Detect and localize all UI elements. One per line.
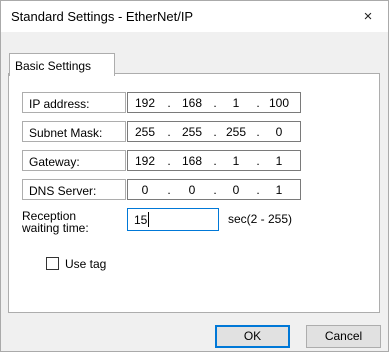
ip-octet-2[interactable]: 168 [177,96,207,110]
gateway-label-text: Gateway: [29,155,80,169]
gateway-dot: . [167,154,171,168]
reception-waiting-time-input[interactable]: 15 [127,208,219,231]
subnet-octet-4[interactable]: 0 [264,125,294,139]
subnet-dot: . [167,125,171,139]
gateway-dot: . [256,154,260,168]
ip-address-label: IP address: [22,92,126,113]
cancel-button[interactable]: Cancel [306,325,381,348]
reception-waiting-time-label: Reception waiting time: [22,210,132,234]
gateway-octet-1[interactable]: 192 [130,154,160,168]
subnet-mask-label-text: Subnet Mask: [29,126,103,140]
dns-server-label: DNS Server: [22,179,126,200]
ip-octet-1[interactable]: 192 [130,96,160,110]
ip-octet-3[interactable]: 1 [221,96,251,110]
subnet-mask-field[interactable]: 255 . 255 . 255 . 0 [127,121,301,142]
reception-unit-label: sec(2 - 255) [228,212,293,226]
dns-dot: . [213,183,217,197]
dns-octet-1[interactable]: 0 [130,183,160,197]
dns-octet-3[interactable]: 0 [221,183,251,197]
dns-server-label-text: DNS Server: [29,184,97,198]
ip-dot: . [256,96,260,110]
subnet-octet-1[interactable]: 255 [130,125,160,139]
use-tag-checkbox[interactable] [46,257,59,270]
subnet-dot: . [213,125,217,139]
text-caret [148,212,149,227]
dns-server-field[interactable]: 0 . 0 . 0 . 1 [127,179,301,200]
dns-dot: . [167,183,171,197]
gateway-octet-2[interactable]: 168 [177,154,207,168]
dns-octet-4[interactable]: 1 [264,183,294,197]
reception-value: 15 [134,213,148,227]
tab-label: Basic Settings [15,59,92,73]
ip-dot: . [213,96,217,110]
reception-label-line2: waiting time: [22,221,89,235]
subnet-octet-3[interactable]: 255 [221,125,251,139]
window-title: Standard Settings - EtherNet/IP [11,9,194,24]
gateway-field[interactable]: 192 . 168 . 1 . 1 [127,150,301,171]
use-tag-label[interactable]: Use tag [65,257,106,271]
gateway-octet-3[interactable]: 1 [221,154,251,168]
dns-dot: . [256,183,260,197]
ip-address-field[interactable]: 192 . 168 . 1 . 100 [127,92,301,113]
tab-basic-settings[interactable]: Basic Settings [9,53,115,76]
gateway-dot: . [213,154,217,168]
title-bar: Standard Settings - EtherNet/IP × [1,1,388,32]
ok-button[interactable]: OK [215,325,290,348]
ip-address-label-text: IP address: [29,97,90,111]
ip-dot: . [167,96,171,110]
subnet-octet-2[interactable]: 255 [177,125,207,139]
close-icon[interactable]: × [348,1,388,32]
subnet-dot: . [256,125,260,139]
gateway-octet-4[interactable]: 1 [264,154,294,168]
subnet-mask-label: Subnet Mask: [22,121,126,142]
ip-octet-4[interactable]: 100 [264,96,294,110]
dns-octet-2[interactable]: 0 [177,183,207,197]
gateway-label: Gateway: [22,150,126,171]
